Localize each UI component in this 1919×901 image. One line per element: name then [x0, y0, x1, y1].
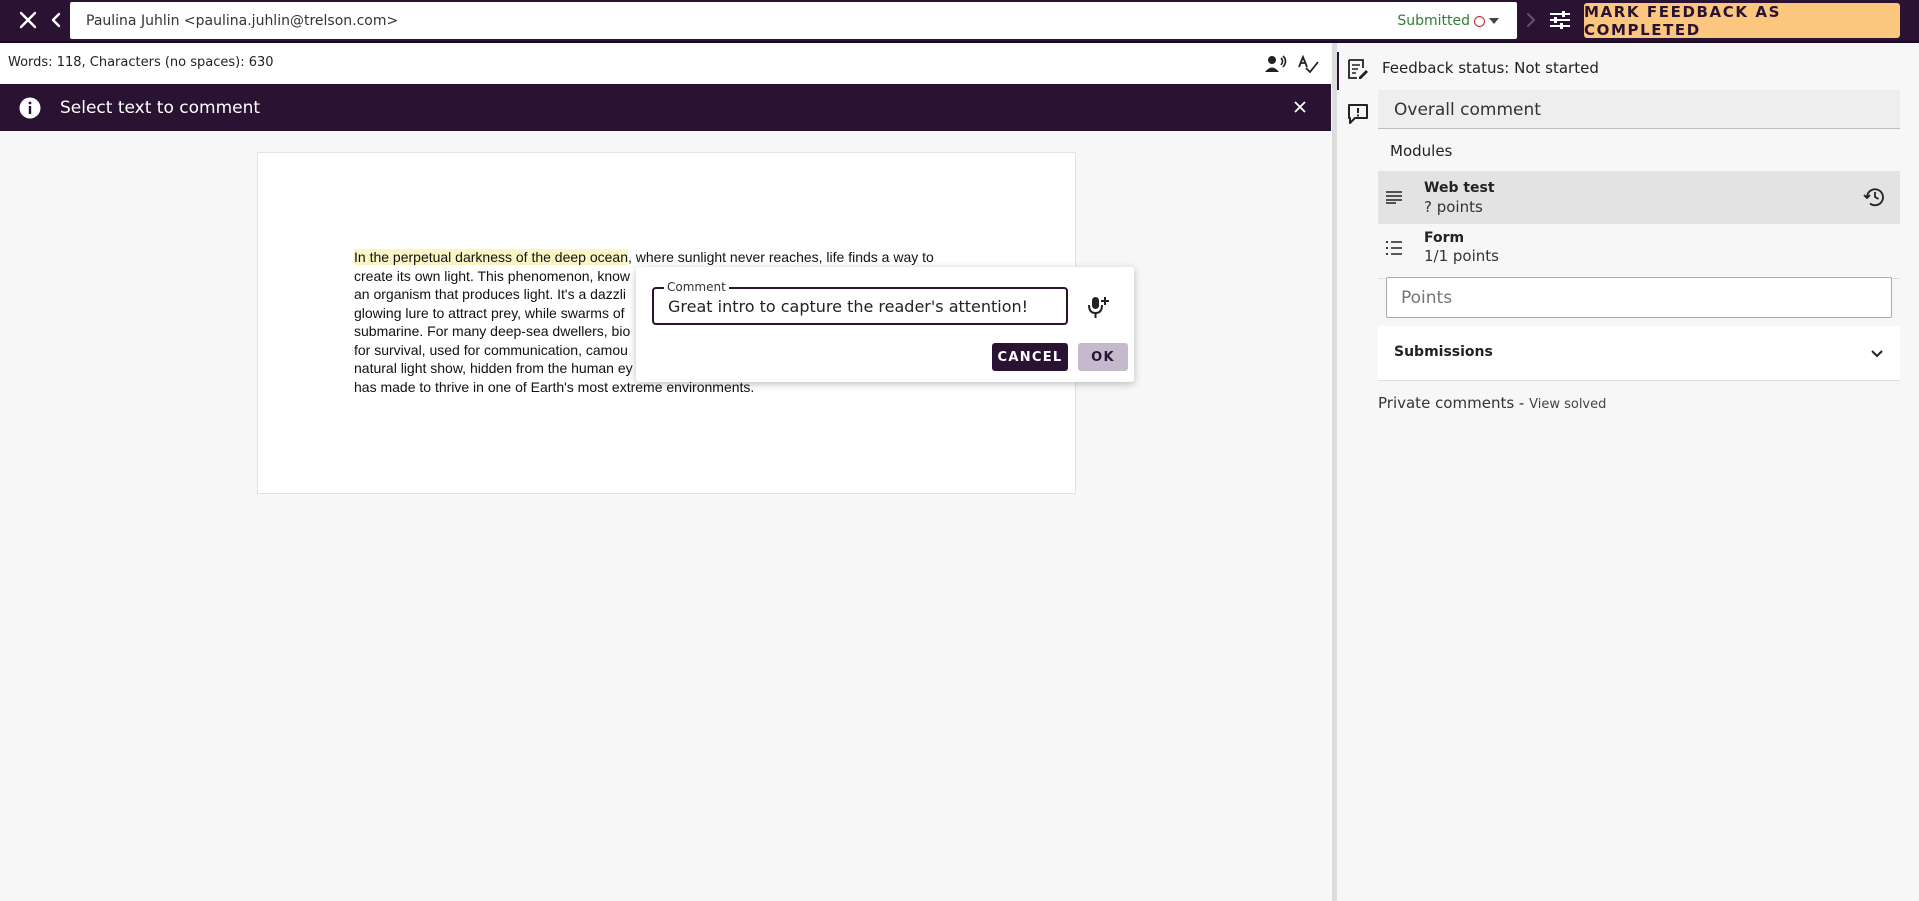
spellcheck-icon[interactable] [1296, 53, 1320, 75]
close-banner-icon[interactable] [1290, 97, 1310, 117]
view-solved-link[interactable]: View solved [1529, 397, 1606, 412]
word-count: Words: 118, Characters (no spaces): 630 [8, 55, 274, 70]
info-banner: Select text to comment [0, 84, 1331, 131]
info-icon [18, 96, 42, 120]
doc-line: submarine. For many deep-sea dwellers, b… [354, 323, 631, 339]
tune-icon[interactable] [1548, 8, 1572, 32]
modules-heading: Modules [1390, 142, 1453, 160]
submission-status[interactable]: Submitted [1397, 13, 1499, 29]
status-label: Submitted [1397, 13, 1470, 29]
points-input[interactable] [1401, 288, 1871, 308]
feedback-notes-icon[interactable] [1345, 56, 1371, 82]
comment-popup: Comment CANCEL OK [636, 267, 1134, 382]
comment-legend: Comment [664, 280, 729, 294]
private-comments-label: Private comments - [1378, 394, 1525, 412]
doc-line: , where sunlight never reaches, life fin… [627, 249, 934, 265]
top-bar: Paulina Juhlin <paulina.juhlin@trelson.c… [0, 0, 1919, 43]
module-points: 1/1 points [1424, 247, 1499, 265]
module-title: Web test [1424, 180, 1495, 196]
doc-line: for survival, used for communication, ca… [354, 341, 628, 358]
status-dot-icon [1474, 15, 1485, 27]
module-title: Form [1424, 230, 1465, 246]
module-points: ? points [1424, 198, 1483, 216]
submissions-label: Submissions [1394, 344, 1493, 360]
caret-down-icon [1489, 18, 1499, 24]
lines-icon [1384, 187, 1404, 207]
comment-field[interactable]: Comment [652, 280, 1068, 325]
list-icon [1384, 238, 1404, 258]
chevron-down-icon [1868, 344, 1886, 362]
feedback-status: Feedback status: Not started [1382, 59, 1599, 77]
student-selector[interactable]: Paulina Juhlin <paulina.juhlin@trelson.c… [70, 2, 1517, 39]
comment-input[interactable] [668, 297, 1058, 316]
doc-line: natural light show, hidden from the huma… [354, 360, 633, 376]
editor-toolbar: Words: 118, Characters (no spaces): 630 [0, 43, 1331, 83]
doc-line: an organism that produces light. It's a … [354, 286, 626, 302]
chevron-right-icon[interactable] [1524, 8, 1538, 32]
ok-button[interactable]: OK [1078, 343, 1128, 371]
student-name: Paulina Juhlin <paulina.juhlin@trelson.c… [86, 13, 399, 29]
points-field[interactable] [1386, 277, 1892, 318]
highlighted-text[interactable]: In the perpetual darkness of the deep oc… [354, 249, 628, 265]
cancel-button[interactable]: CANCEL [992, 343, 1068, 371]
active-rail-indicator [1337, 52, 1339, 90]
private-comments: Private comments - View solved [1378, 394, 1606, 412]
banner-text: Select text to comment [60, 98, 261, 118]
doc-line: glowing lure to attract prey, while swar… [354, 304, 625, 321]
mark-feedback-completed-button[interactable]: MARK FEEDBACK AS COMPLETED [1584, 3, 1900, 39]
doc-line: create its own light. This phenomenon, k… [354, 267, 631, 284]
history-icon[interactable] [1862, 185, 1886, 209]
module-item-form[interactable]: Form 1/1 points [1378, 225, 1900, 279]
submissions-accordion[interactable]: Submissions [1378, 326, 1900, 381]
close-icon[interactable] [16, 8, 40, 32]
panel-divider[interactable] [1332, 43, 1337, 901]
comment-rail-icon[interactable] [1345, 101, 1371, 127]
module-item-web-test[interactable]: Web test ? points [1378, 171, 1900, 224]
overall-comment-label: Overall comment [1394, 100, 1541, 120]
microphone-add-icon[interactable] [1084, 293, 1112, 321]
text-to-speech-icon[interactable] [1264, 53, 1288, 75]
overall-comment-button[interactable]: Overall comment [1378, 90, 1900, 129]
chevron-left-icon[interactable] [48, 8, 64, 32]
